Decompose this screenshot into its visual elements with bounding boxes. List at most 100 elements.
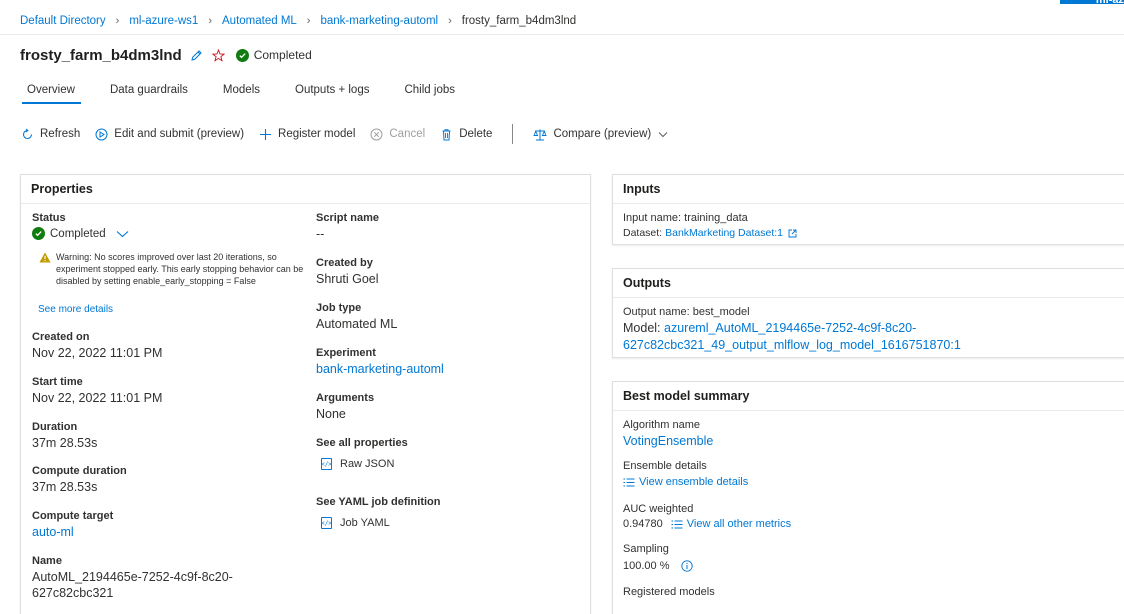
tab-child-jobs[interactable]: Child jobs — [398, 84, 461, 104]
script-name-value: -- — [316, 227, 325, 241]
raw-json-button[interactable]: </> Raw JSON — [321, 458, 394, 470]
view-ensemble-label: View ensemble details — [639, 476, 749, 488]
arguments-label: Arguments — [316, 392, 375, 404]
info-icon[interactable] — [681, 560, 694, 572]
auc-row: 0.94780 View all other metrics — [623, 518, 791, 530]
scales-icon — [533, 127, 548, 141]
favorite-star-icon[interactable] — [212, 48, 226, 62]
tab-data-guardrails[interactable]: Data guardrails — [104, 84, 194, 104]
compare-dropdown-button[interactable]: Compare (preview) — [533, 127, 668, 141]
inputs-card: Inputs Input name: training_data Dataset… — [612, 174, 1124, 245]
refresh-button[interactable]: Refresh — [20, 127, 80, 141]
see-more-details-link[interactable]: See more details — [38, 304, 113, 315]
outputs-card: Outputs Output name: best_model Model: a… — [612, 268, 1124, 358]
breadcrumb-current: frosty_farm_b4dm3lnd — [461, 15, 577, 27]
chevron-right-icon: › — [115, 15, 120, 27]
properties-card: Properties Status Completed Warning: No … — [20, 174, 591, 614]
ensemble-label: Ensemble details — [623, 460, 707, 472]
delete-button[interactable]: Delete — [439, 127, 492, 141]
status-label: Status — [32, 212, 66, 224]
experiment-link[interactable]: bank-marketing-automl — [316, 362, 444, 376]
duration-label: Duration — [32, 421, 78, 433]
see-all-properties-label: See all properties — [316, 437, 408, 449]
warning-triangle-icon — [39, 252, 51, 263]
job-type-label: Job type — [316, 302, 362, 314]
duration-value: 37m 28.53s — [32, 436, 98, 450]
play-circle-icon — [94, 127, 108, 141]
compute-target-link[interactable]: auto-ml — [32, 525, 74, 539]
output-name: Output name: best_model — [623, 306, 750, 318]
view-metrics-button[interactable]: View all other metrics — [671, 518, 791, 530]
edit-pencil-icon[interactable] — [190, 48, 204, 62]
cancel-button[interactable]: Cancel — [369, 127, 425, 141]
created-by-label: Created by — [316, 257, 373, 269]
tab-overview[interactable]: Overview — [20, 84, 81, 104]
start-time-label: Start time — [32, 376, 83, 388]
top-strip-text: ml-az — [1095, 0, 1124, 6]
view-ensemble-button[interactable]: View ensemble details — [623, 476, 748, 488]
plus-icon — [258, 127, 272, 141]
external-link-icon[interactable] — [788, 229, 797, 238]
raw-json-label: Raw JSON — [340, 458, 395, 470]
delete-label: Delete — [459, 128, 493, 140]
chevron-right-icon: › — [448, 15, 452, 27]
sampling-value: 100.00 % — [623, 560, 670, 572]
script-name-label: Script name — [316, 212, 379, 224]
breadcrumb-workspace[interactable]: ml-azure-ws1 — [129, 15, 198, 27]
auc-value: 0.94780 — [623, 518, 663, 530]
created-on-value: Nov 22, 2022 11:01 PM — [32, 346, 163, 360]
register-model-label: Register model — [278, 128, 356, 140]
breadcrumb-experiment[interactable]: bank-marketing-automl — [320, 15, 438, 27]
cancel-label: Cancel — [389, 128, 426, 140]
job-yaml-button[interactable]: </> Job YAML — [321, 517, 390, 529]
start-time-value: Nov 22, 2022 11:01 PM — [32, 391, 163, 405]
top-accent-strip: ml-az — [1060, 0, 1124, 6]
breadcrumb-divider — [0, 34, 1124, 35]
toolbar-divider — [512, 124, 514, 144]
tab-models[interactable]: Models — [217, 84, 266, 104]
status-value: Completed — [50, 227, 106, 240]
model-row: Model: azureml_AutoML_2194465e-7252-4c9f… — [623, 321, 916, 335]
compare-label: Compare (preview) — [553, 128, 652, 140]
yaml-definition-label: See YAML job definition — [316, 496, 441, 508]
dataset-prefix: Dataset: — [623, 227, 663, 239]
sampling-label: Sampling — [623, 543, 669, 555]
breadcrumb-default-directory[interactable]: Default Directory — [20, 15, 106, 27]
register-model-button[interactable]: Register model — [258, 127, 355, 141]
title-row: frosty_farm_b4dm3lnd Completed — [20, 44, 312, 66]
name-label: Name — [32, 555, 62, 567]
compute-duration-value: 37m 28.53s — [32, 480, 98, 494]
chevron-down-icon — [658, 131, 668, 138]
model-link-line2[interactable]: 627c82cbc321_49_output_mlflow_log_model_… — [623, 338, 961, 352]
breadcrumb-automated-ml[interactable]: Automated ML — [222, 15, 297, 27]
command-toolbar: Refresh Edit and submit (preview) Regist… — [20, 124, 682, 144]
cancel-circle-icon — [369, 127, 383, 141]
experiment-label: Experiment — [316, 347, 376, 359]
tab-outputs-logs[interactable]: Outputs + logs — [289, 84, 375, 104]
input-name: Input name: training_data — [623, 212, 748, 224]
list-icon — [671, 520, 683, 528]
compute-target-label: Compute target — [32, 510, 114, 522]
registered-models-label: Registered models — [623, 586, 715, 598]
warning-text: Warning: No scores improved over last 20… — [56, 252, 304, 286]
created-by-value: Shruti Goel — [316, 272, 379, 286]
arguments-value: None — [316, 407, 346, 421]
title-status-text: Completed — [253, 48, 312, 62]
edit-submit-button[interactable]: Edit and submit (preview) — [94, 127, 244, 141]
algorithm-link[interactable]: VotingEnsemble — [623, 434, 713, 448]
dataset-link[interactable]: BankMarketing Dataset:1 — [665, 227, 783, 239]
model-link-line1[interactable]: azureml_AutoML_2194465e-7252-4c9f-8c20- — [664, 321, 916, 335]
algorithm-label: Algorithm name — [623, 419, 701, 431]
page-title: frosty_farm_b4dm3lnd — [20, 46, 182, 64]
chevron-down-icon[interactable] — [116, 230, 129, 238]
job-yaml-label: Job YAML — [340, 517, 390, 529]
auc-label: AUC weighted — [623, 503, 694, 515]
compute-duration-label: Compute duration — [32, 465, 127, 477]
edit-submit-label: Edit and submit (preview) — [114, 128, 245, 140]
name-value-line2: 627c82cbc321 — [32, 586, 114, 600]
list-icon — [623, 478, 635, 486]
outputs-header: Outputs — [613, 269, 1124, 298]
chevron-right-icon: › — [208, 15, 212, 27]
status-value-row[interactable]: Completed — [32, 227, 129, 240]
checkmark-success-icon — [32, 227, 45, 240]
